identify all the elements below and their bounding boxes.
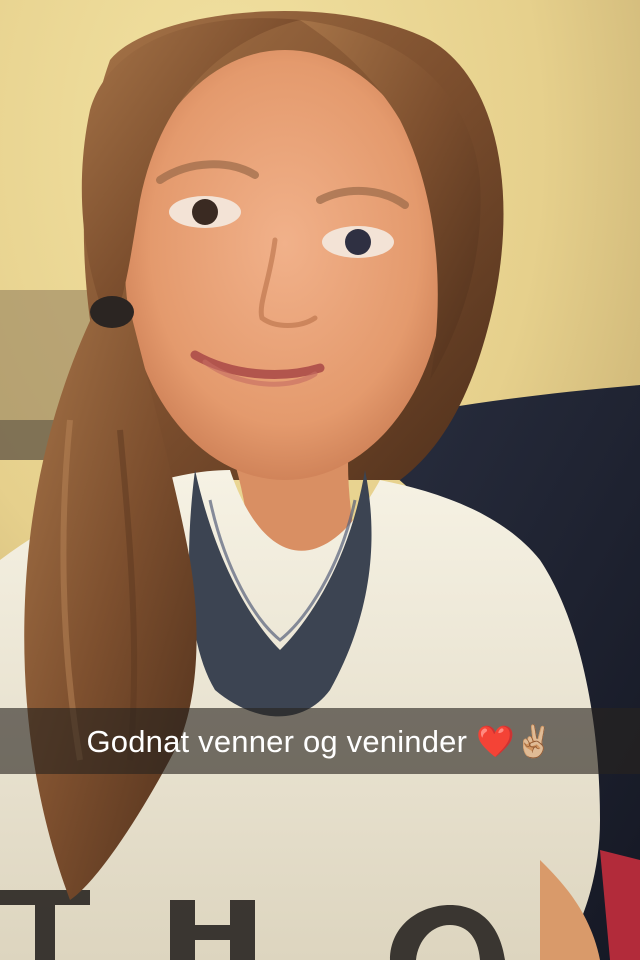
snap-photo [0,0,640,960]
selfie-image [0,0,640,960]
snap-caption-text: Godnat venner og veninder ❤️✌🏼 [86,723,554,759]
snap-caption-bar: Godnat venner og veninder ❤️✌🏼 [0,708,640,774]
hair-tie [90,296,134,328]
left-iris [192,199,218,225]
right-iris [345,229,371,255]
